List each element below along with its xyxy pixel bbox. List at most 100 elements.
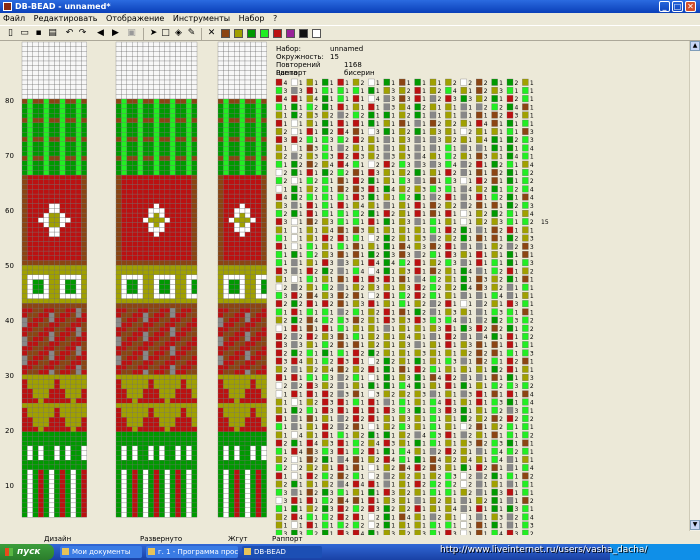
bead-cell <box>169 431 176 437</box>
bead-cell <box>223 227 229 233</box>
rapport-swatch <box>399 128 406 135</box>
palette-swatch-red[interactable] <box>273 29 282 38</box>
bead-cell <box>27 455 33 461</box>
close-button[interactable]: ✕ <box>685 1 696 12</box>
bead-cell <box>59 236 66 242</box>
bead-cell <box>191 274 198 280</box>
bead-cell <box>43 94 50 100</box>
rapport-count: 3 <box>407 252 411 259</box>
bead-cell <box>148 203 154 209</box>
rapport-swatch <box>291 251 298 258</box>
rapport-count: 1 <box>299 170 303 177</box>
rapport-count: 2 <box>314 178 318 185</box>
bead-cell <box>159 331 165 337</box>
bead-cell <box>164 127 171 133</box>
bead-cell <box>38 431 44 437</box>
bead-cell <box>175 127 181 133</box>
bead-cell <box>137 474 144 480</box>
rapport-swatch <box>414 234 421 242</box>
bead-cell <box>32 79 39 85</box>
bead-cell <box>65 331 71 337</box>
rapport-count: 1 <box>361 457 365 464</box>
bead-cell <box>153 122 160 128</box>
bead-cell <box>59 75 66 81</box>
bead-cell <box>153 488 160 494</box>
bead-cell <box>175 269 181 276</box>
palette-swatch-black[interactable] <box>299 29 308 38</box>
minimize-button[interactable]: _ <box>659 1 670 12</box>
bead-cell <box>250 312 256 318</box>
rapport-count: 3 <box>376 285 380 292</box>
rapport-count: 2 <box>314 268 318 275</box>
bead-cell <box>239 374 246 380</box>
bead-cell <box>115 288 122 295</box>
bead-cell <box>244 293 251 299</box>
rapport-count: 1 <box>438 170 442 177</box>
bead-cell <box>121 488 127 494</box>
bead-cell <box>121 355 127 361</box>
bead-cell <box>223 436 229 442</box>
rapport-swatch <box>322 111 329 119</box>
bead-cell <box>153 41 160 47</box>
bead-cell <box>255 374 262 380</box>
rapport-swatch <box>306 201 313 209</box>
bead-cell <box>65 94 71 100</box>
rapport-swatch <box>368 283 375 291</box>
bead-cell <box>148 483 154 489</box>
bead-cell <box>65 56 71 62</box>
bead-cell <box>217 431 224 437</box>
bead-cell <box>126 317 133 323</box>
bead-cell <box>43 155 50 161</box>
bead-cell <box>27 41 33 47</box>
bead-cell <box>54 222 60 228</box>
rapport-count: 2 <box>314 465 318 472</box>
rapport-swatch <box>291 119 298 127</box>
rapport-count: 1 <box>361 145 365 152</box>
bead-cell <box>115 222 122 228</box>
bead-cell <box>38 136 44 142</box>
bead-cell <box>54 132 60 138</box>
bead-cell <box>59 56 66 62</box>
bead-cell <box>142 479 149 485</box>
bead-pattern-canvas[interactable] <box>0 0 270 535</box>
bead-cell <box>142 341 149 347</box>
palette-swatch-white[interactable] <box>312 29 321 38</box>
bead-cell <box>48 51 55 57</box>
bead-cell <box>132 217 138 223</box>
rapport-count: 1 <box>345 383 349 390</box>
bead-cell <box>250 383 256 390</box>
bead-cell <box>132 51 138 57</box>
bead-cell <box>75 136 82 142</box>
rapport-count: 1 <box>453 145 457 152</box>
bead-cell <box>132 94 138 100</box>
bead-cell <box>132 326 138 333</box>
bead-cell <box>43 236 50 242</box>
bead-cell <box>217 89 224 95</box>
bead-cell <box>137 331 144 337</box>
palette-swatch-purple[interactable] <box>286 29 295 38</box>
bead-cell <box>27 317 33 323</box>
bead-cell <box>164 422 171 428</box>
bead-cell <box>27 89 33 95</box>
bead-cell <box>261 198 267 204</box>
bead-cell <box>186 165 192 171</box>
bead-cell <box>261 165 267 171</box>
rapport-swatch <box>399 447 406 455</box>
bead-cell <box>43 307 50 314</box>
bead-cell <box>121 189 127 195</box>
rapport-swatch <box>352 488 360 496</box>
bead-cell <box>59 274 66 280</box>
bead-cell <box>27 122 33 128</box>
bead-cell <box>175 322 181 328</box>
bead-cell <box>32 336 39 342</box>
bead-cell <box>142 70 149 76</box>
menu-help[interactable]: ? <box>270 13 280 25</box>
bead-cell <box>43 184 50 190</box>
bead-cell <box>148 274 154 280</box>
bead-cell <box>81 274 87 280</box>
bead-cell <box>43 122 50 128</box>
maximize-button[interactable]: □ <box>672 1 683 12</box>
bead-cell <box>186 417 192 423</box>
bead-cell <box>48 393 55 399</box>
bead-cell <box>239 227 246 233</box>
